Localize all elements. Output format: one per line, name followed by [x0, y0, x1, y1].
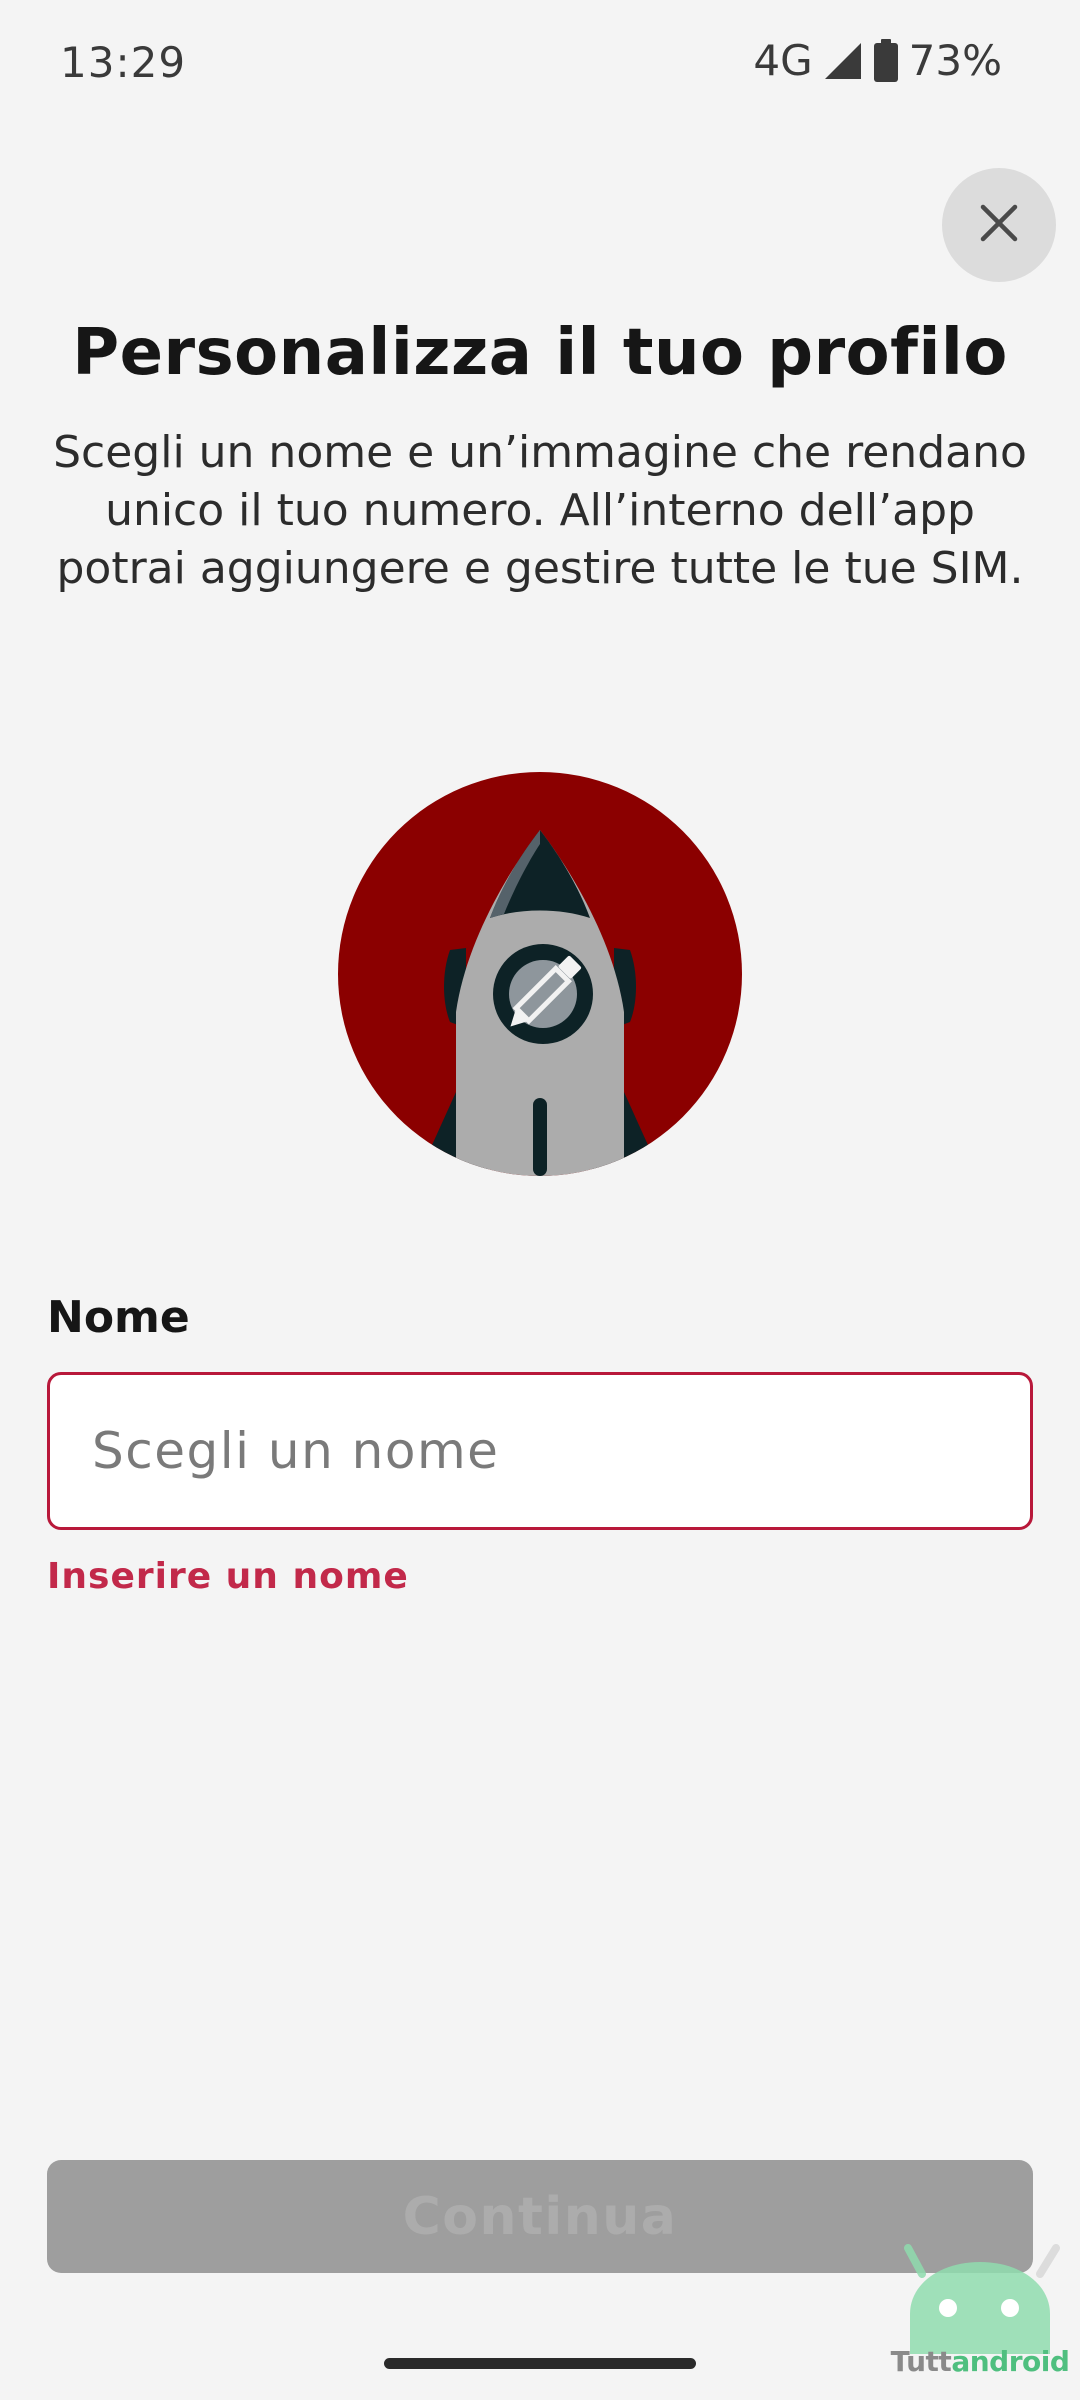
home-indicator[interactable] — [384, 2358, 696, 2369]
status-indicators: 4G 73% — [753, 36, 1002, 85]
watermark-brand-plain: Tutt — [890, 2345, 952, 2378]
name-label: Nome — [47, 1292, 190, 1343]
watermark-brand-accent: android — [951, 2345, 1070, 2378]
status-bar: 13:29 4G 73% — [0, 0, 1080, 130]
page-subtitle: Scegli un nome e un’immagine che rendano… — [53, 427, 1027, 594]
battery-icon — [873, 38, 899, 83]
profile-avatar[interactable] — [338, 772, 742, 1176]
android-mascot-icon — [904, 2244, 1060, 2354]
close-button[interactable] — [942, 168, 1056, 282]
battery-percentage: 73% — [908, 36, 1002, 85]
tuttandroid-watermark: Tuttandroid — [890, 2244, 1070, 2384]
signal-icon — [823, 41, 863, 81]
name-error-message: Inserire un nome — [47, 1556, 409, 1597]
continue-button[interactable]: Continua — [47, 2160, 1033, 2273]
rocket-avatar-icon — [338, 772, 742, 1176]
page-title: Personalizza il tuo profilo — [72, 316, 1008, 390]
close-icon — [977, 201, 1021, 249]
watermark-text: Tuttandroid — [890, 2345, 1070, 2378]
name-input[interactable] — [47, 1372, 1033, 1530]
network-label: 4G — [753, 36, 813, 85]
status-time: 13:29 — [60, 38, 187, 87]
